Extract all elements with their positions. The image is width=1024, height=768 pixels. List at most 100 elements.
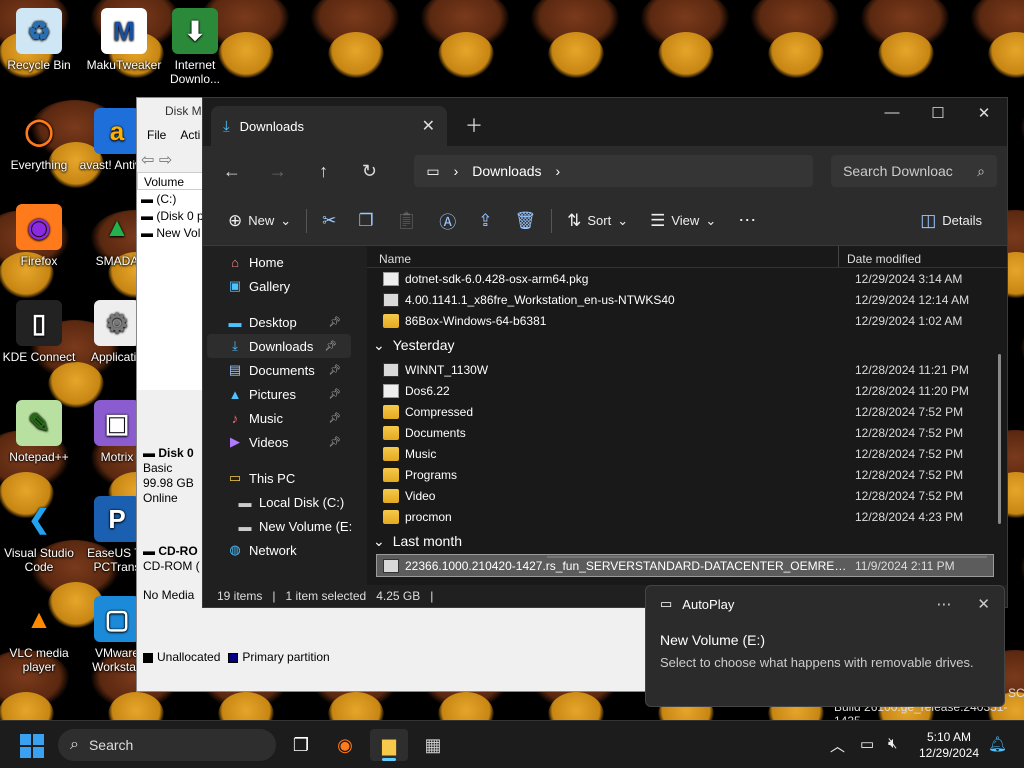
- forward-icon[interactable]: →: [259, 161, 297, 182]
- file-explorer-taskbar-icon[interactable]: ▆: [370, 729, 408, 761]
- minimize-icon[interactable]: —: [869, 104, 915, 121]
- share-button[interactable]: ⇪: [467, 211, 503, 231]
- partition-legend: Unallocated Primary partition: [143, 650, 330, 664]
- paste-button[interactable]: 📋︎: [385, 211, 429, 231]
- more-options-button[interactable]: ⋯: [727, 210, 767, 231]
- desktop-shortcut[interactable]: M MakuTweaker: [85, 8, 163, 72]
- network-status-icon[interactable]: ▭: [860, 735, 874, 753]
- back-arrow-icon[interactable]: ⇦: [141, 152, 154, 169]
- nav-item-label: Local Disk (C:): [259, 494, 345, 510]
- file-explorer-window[interactable]: ⤓ Downloads ✕ ＋ — ☐ ✕ ← → ↑ ↻ ▭ › Downlo…: [202, 97, 1008, 608]
- motrix-icon: ▣: [94, 400, 140, 446]
- new-tab-icon[interactable]: ＋: [465, 112, 483, 138]
- file-date: 12/28/2024 7:52 PM: [855, 425, 964, 440]
- chevron-up-icon[interactable]: ︿: [830, 735, 845, 756]
- more-options-icon[interactable]: ⋯: [936, 595, 951, 613]
- up-icon[interactable]: ↑: [305, 161, 343, 182]
- group-header[interactable]: ⌄ Last month: [367, 527, 1007, 555]
- disc-image-icon: [383, 292, 399, 307]
- desktop-shortcut-label: Visual Studio Code: [4, 546, 74, 574]
- file-row[interactable]: Dos6.22 12/28/2024 11:20 PM: [367, 380, 1007, 401]
- desktop-shortcut[interactable]: ◯ Everything: [0, 108, 78, 172]
- nav-item-local-disk-c[interactable]: ▬ Local Disk (C:): [203, 490, 355, 514]
- nav-item-new-volume-e[interactable]: ▬ New Volume (E:: [203, 514, 355, 538]
- firefox-taskbar-icon[interactable]: ◉: [326, 729, 364, 761]
- view-button[interactable]: ☰ View ⌄: [639, 211, 727, 231]
- taskbar-search-input[interactable]: Search: [89, 737, 133, 753]
- delete-button[interactable]: 🗑︎: [504, 211, 548, 231]
- file-row[interactable]: Music 12/28/2024 7:52 PM: [367, 443, 1007, 464]
- maximize-icon[interactable]: ☐: [915, 104, 961, 122]
- view-icon: ☰: [650, 210, 666, 230]
- search-input[interactable]: Search Downloac: [843, 163, 953, 179]
- close-window-icon[interactable]: ✕: [961, 104, 1007, 122]
- search-box[interactable]: Search Downloac ⌕: [831, 155, 997, 187]
- volume-muted-icon[interactable]: 🔇︎: [888, 735, 897, 752]
- taskbar-clock[interactable]: 5:10 AM 12/29/2024: [914, 729, 984, 761]
- nav-item-downloads[interactable]: ⤓ Downloads 📌︎: [207, 334, 351, 358]
- forward-arrow-icon[interactable]: ⇨: [159, 152, 172, 169]
- menu-file[interactable]: File: [147, 128, 166, 142]
- file-row[interactable]: WINNT_1130W 12/28/2024 11:21 PM: [367, 359, 1007, 380]
- nav-item-pictures[interactable]: ▲ Pictures 📌︎: [203, 382, 355, 406]
- refresh-icon[interactable]: ↻: [351, 161, 389, 182]
- nav-item-home[interactable]: ⌂ Home: [203, 250, 355, 274]
- menu-action[interactable]: Acti: [180, 128, 200, 142]
- file-row[interactable]: 22366.1000.210420-1427.rs_fun_SERVERSTAN…: [376, 554, 994, 577]
- desktop-shortcut[interactable]: ▲ VLC media player: [0, 596, 78, 674]
- desktop-shortcut[interactable]: ♻ Recycle Bin: [0, 8, 78, 72]
- horizontal-scrollbar[interactable]: [547, 556, 987, 558]
- file-row[interactable]: procmon 12/28/2024 4:23 PM: [367, 506, 1007, 527]
- nav-item-music[interactable]: ♪ Music 📌︎: [203, 406, 355, 430]
- taskbar-search[interactable]: ⌕ Search: [58, 729, 276, 761]
- file-date: 12/29/2024 12:14 AM: [855, 292, 970, 307]
- nav-item-documents[interactable]: ▤ Documents 📌︎: [203, 358, 355, 382]
- cut-button[interactable]: ✂: [311, 211, 347, 231]
- file-row[interactable]: Documents 12/28/2024 7:52 PM: [367, 422, 1007, 443]
- desktop-shortcut[interactable]: ◉ Firefox: [0, 204, 78, 268]
- notification-bell-icon[interactable]: 🔔︎: [988, 735, 1007, 753]
- wallpaper-decoration: [1020, 540, 1024, 600]
- close-tab-icon[interactable]: ✕: [422, 116, 435, 136]
- sort-button[interactable]: ⇅ Sort ⌄: [556, 211, 639, 231]
- address-bar[interactable]: ▭ › Downloads ›: [414, 155, 814, 187]
- pin-icon: 📌︎: [328, 364, 341, 376]
- new-button[interactable]: ⊕ New ⌄: [217, 211, 302, 231]
- details-button[interactable]: ◫ Details: [909, 211, 993, 231]
- file-row[interactable]: Programs 12/28/2024 7:52 PM: [367, 464, 1007, 485]
- application-icon: ⚙: [94, 300, 140, 346]
- file-row[interactable]: dotnet-sdk-6.0.428-osx-arm64.pkg 12/29/20…: [367, 268, 1007, 289]
- nav-item-desktop[interactable]: ▬ Desktop 📌︎: [203, 310, 355, 334]
- disk-management-taskbar-icon[interactable]: ▦: [414, 729, 452, 761]
- file-row[interactable]: Compressed 12/28/2024 7:52 PM: [367, 401, 1007, 422]
- close-icon[interactable]: ✕: [977, 595, 990, 613]
- autoplay-notification[interactable]: ▭ AutoPlay ⋯ ✕ New Volume (E:) Select to…: [645, 585, 1005, 707]
- file-row[interactable]: Video 12/28/2024 7:52 PM: [367, 485, 1007, 506]
- rename-button[interactable]: Ⓐ: [428, 208, 467, 233]
- nav-item-this-pc[interactable]: ▭ This PC: [203, 466, 355, 490]
- desktop-shortcut[interactable]: ✎ Notepad++: [0, 400, 78, 464]
- group-header[interactable]: ⌄ Yesterday: [367, 331, 1007, 359]
- file-icon: [383, 271, 399, 286]
- copy-button[interactable]: ❐: [347, 211, 384, 231]
- task-view-icon[interactable]: ❐: [282, 729, 320, 761]
- chevron-right-icon[interactable]: ›: [556, 163, 561, 179]
- desktop-shortcut[interactable]: ⬇ Internet Downlo...: [156, 8, 234, 86]
- tab-downloads[interactable]: ⤓ Downloads ✕: [211, 106, 447, 146]
- copy-icon: ❐: [358, 210, 374, 230]
- column-header-name[interactable]: Name: [367, 246, 839, 267]
- desktop-shortcut[interactable]: ▯ KDE Connect: [0, 300, 78, 364]
- nav-item-videos[interactable]: ▶ Videos 📌︎: [203, 430, 355, 454]
- wallpaper-decoration: [860, 0, 950, 78]
- back-icon[interactable]: ←: [213, 161, 251, 182]
- file-row[interactable]: 86Box-Windows-64-b6381 12/29/2024 1:02 AM: [367, 310, 1007, 331]
- desktop-shortcut[interactable]: ❮ Visual Studio Code: [0, 496, 78, 574]
- column-header-date[interactable]: Date modified: [839, 246, 929, 267]
- plus-circle-icon: ⊕: [228, 210, 243, 230]
- windows-start-icon[interactable]: [20, 734, 44, 758]
- nav-item-network[interactable]: ◍ Network: [203, 538, 355, 562]
- breadcrumb-downloads[interactable]: Downloads: [472, 163, 541, 179]
- file-row[interactable]: 4.00.1141.1_x86fre_Workstation_en-us-NTW…: [367, 289, 1007, 310]
- vertical-scrollbar[interactable]: [998, 354, 1001, 524]
- nav-item-gallery[interactable]: ▣ Gallery: [203, 274, 355, 298]
